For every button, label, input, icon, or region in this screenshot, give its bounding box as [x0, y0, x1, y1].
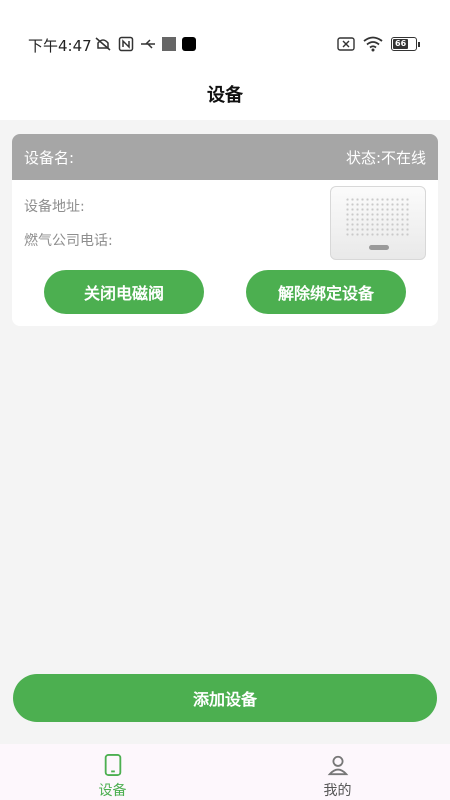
status-bar: 下午4:47 66	[0, 0, 450, 68]
mute-icon	[95, 37, 111, 51]
page-title: 设备	[207, 85, 243, 106]
status-icons-left	[94, 36, 196, 52]
battery-icon: 66	[391, 37, 420, 51]
usb-icon	[141, 39, 155, 49]
device-status: 状态:不在线	[345, 148, 426, 167]
tab-mine[interactable]: 我的	[225, 744, 450, 800]
gray-square-icon	[162, 37, 176, 51]
person-icon	[327, 755, 348, 776]
wifi-icon	[363, 36, 383, 52]
battery-level: 66	[395, 39, 407, 48]
device-card-header: 设备名: 状态:不在线	[12, 134, 438, 180]
nfc-icon	[118, 36, 134, 52]
device-card-body: 设备地址: 燃气公司电话: 关闭电磁阀 解除绑定设备	[12, 180, 438, 326]
close-valve-button[interactable]: 关闭电磁阀	[44, 270, 204, 314]
black-square-icon	[182, 37, 196, 51]
no-sim-icon	[337, 37, 355, 51]
gas-company-phone-label: 燃气公司电话:	[24, 233, 113, 249]
device-name-label: 设备名:	[24, 148, 75, 167]
tab-device[interactable]: 设备	[0, 744, 225, 800]
tab-mine-label: 我的	[323, 783, 352, 799]
device-address-label: 设备地址:	[24, 199, 85, 215]
device-card[interactable]: 设备名: 状态:不在线 设备地址: 燃气公司电话: 关闭电磁阀 解除绑定设备	[12, 134, 438, 326]
phone-icon	[104, 754, 121, 776]
status-icons-right: 66	[337, 36, 420, 52]
tab-device-label: 设备	[98, 783, 127, 799]
add-device-button[interactable]: 添加设备	[13, 674, 437, 722]
tab-bar: 设备 我的	[0, 744, 450, 800]
status-time: 下午4:47	[28, 37, 92, 55]
device-image	[330, 186, 426, 260]
page-header: 设备	[0, 68, 450, 120]
unbind-device-button[interactable]: 解除绑定设备	[246, 270, 406, 314]
